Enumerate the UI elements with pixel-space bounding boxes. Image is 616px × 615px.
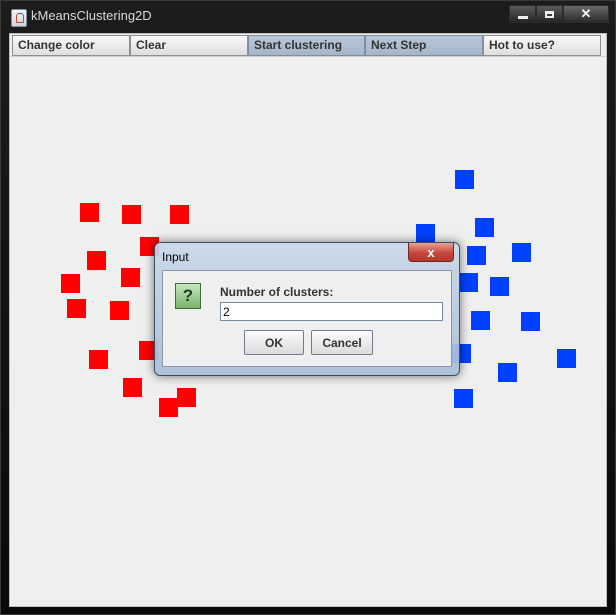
change-color-button[interactable]: Change color <box>12 35 130 56</box>
minimize-icon <box>517 15 528 19</box>
start-clustering-button[interactable]: Start clustering <box>248 35 365 56</box>
close-icon: ✕ <box>580 6 592 21</box>
input-dialog: Input x ? Number of clusters: OK Cancel <box>154 242 460 376</box>
red-point <box>89 350 108 369</box>
java-icon <box>11 9 27 27</box>
maximize-button[interactable] <box>536 5 563 23</box>
red-point <box>122 205 141 224</box>
window-title: kMeansClustering2D <box>31 8 152 23</box>
blue-point <box>467 246 486 265</box>
cluster-count-label: Number of clusters: <box>220 285 334 299</box>
red-point <box>123 378 142 397</box>
red-point <box>110 301 129 320</box>
main-window: kMeansClustering2D ✕ Change color Clear … <box>0 0 616 615</box>
red-point <box>67 299 86 318</box>
window-controls: ✕ <box>509 5 609 23</box>
dialog-title: Input <box>162 250 189 264</box>
blue-point <box>490 277 509 296</box>
title-bar[interactable]: kMeansClustering2D ✕ <box>1 1 615 31</box>
red-point <box>61 274 80 293</box>
question-icon: ? <box>175 283 201 309</box>
red-point <box>80 203 99 222</box>
red-point <box>159 398 178 417</box>
cluster-count-input[interactable] <box>220 302 443 321</box>
minimize-button[interactable] <box>509 5 536 23</box>
red-point <box>121 268 140 287</box>
red-point <box>177 388 196 407</box>
blue-point <box>521 312 540 331</box>
blue-point <box>416 224 435 243</box>
clear-button[interactable]: Clear <box>130 35 248 56</box>
toolbar: Change color Clear Start clustering Next… <box>12 35 601 56</box>
blue-point <box>557 349 576 368</box>
question-glyph: ? <box>182 286 194 305</box>
maximize-icon <box>545 10 554 18</box>
dialog-close-button[interactable]: x <box>408 243 454 262</box>
ok-button[interactable]: OK <box>244 330 304 355</box>
close-button[interactable]: ✕ <box>563 5 609 23</box>
blue-point <box>512 243 531 262</box>
close-icon: x <box>427 244 435 260</box>
red-point <box>170 205 189 224</box>
blue-point <box>471 311 490 330</box>
blue-point <box>498 363 517 382</box>
dialog-body: ? Number of clusters: OK Cancel <box>162 270 452 367</box>
blue-point <box>455 170 474 189</box>
red-point <box>87 251 106 270</box>
next-step-button[interactable]: Next Step <box>365 35 483 56</box>
how-to-use-button[interactable]: Hot to use? <box>483 35 601 56</box>
blue-point <box>454 389 473 408</box>
blue-point <box>475 218 494 237</box>
cancel-button[interactable]: Cancel <box>311 330 373 355</box>
blue-point <box>459 273 478 292</box>
